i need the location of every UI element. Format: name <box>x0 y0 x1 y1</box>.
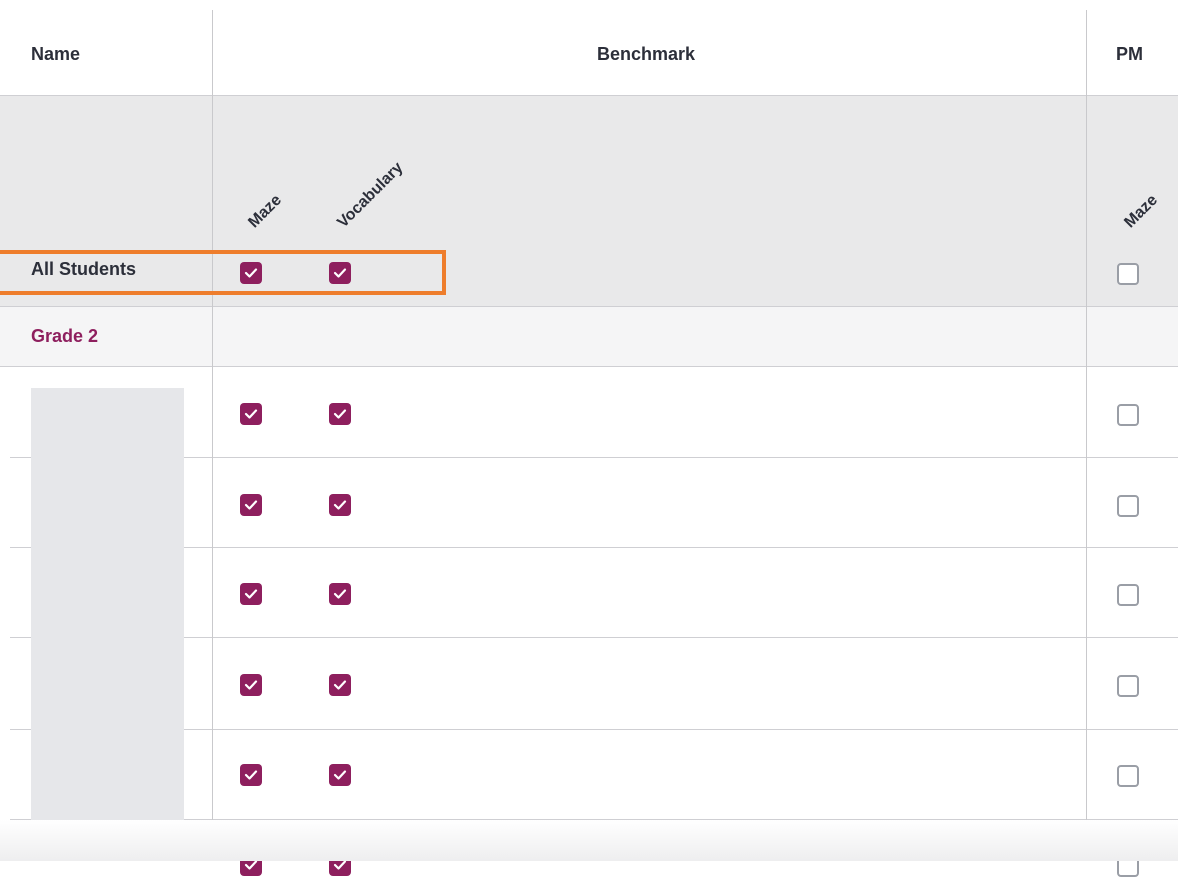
student-benchmark-vocabulary-checkbox[interactable] <box>329 674 351 696</box>
student-benchmark-maze-checkbox[interactable] <box>240 583 262 605</box>
all-students-pm-maze-checkbox[interactable] <box>1117 263 1139 285</box>
student-pm-maze-checkbox[interactable] <box>1117 495 1139 517</box>
highlight-box <box>0 250 446 295</box>
student-benchmark-vocabulary-checkbox[interactable] <box>329 764 351 786</box>
student-benchmark-maze-checkbox[interactable] <box>240 764 262 786</box>
student-benchmark-vocabulary-checkbox[interactable] <box>329 403 351 425</box>
benchmark-column-header: Benchmark <box>597 44 696 64</box>
redacted-student-names <box>31 388 184 861</box>
student-pm-maze-checkbox[interactable] <box>1117 404 1139 426</box>
grade-row <box>0 307 1178 366</box>
student-benchmark-vocabulary-checkbox[interactable] <box>329 583 351 605</box>
grade-label: Grade 2 <box>31 326 99 346</box>
student-pm-maze-checkbox[interactable] <box>1117 675 1139 697</box>
student-benchmark-maze-checkbox[interactable] <box>240 403 262 425</box>
name-column-header: Name <box>31 44 81 64</box>
student-pm-maze-checkbox[interactable] <box>1117 765 1139 787</box>
student-benchmark-maze-checkbox[interactable] <box>240 674 262 696</box>
student-benchmark-vocabulary-checkbox[interactable] <box>329 494 351 516</box>
student-pm-maze-checkbox[interactable] <box>1117 584 1139 606</box>
pm-column-header: PM <box>1116 44 1143 64</box>
student-benchmark-maze-checkbox[interactable] <box>240 494 262 516</box>
bottom-fade <box>0 820 1178 861</box>
